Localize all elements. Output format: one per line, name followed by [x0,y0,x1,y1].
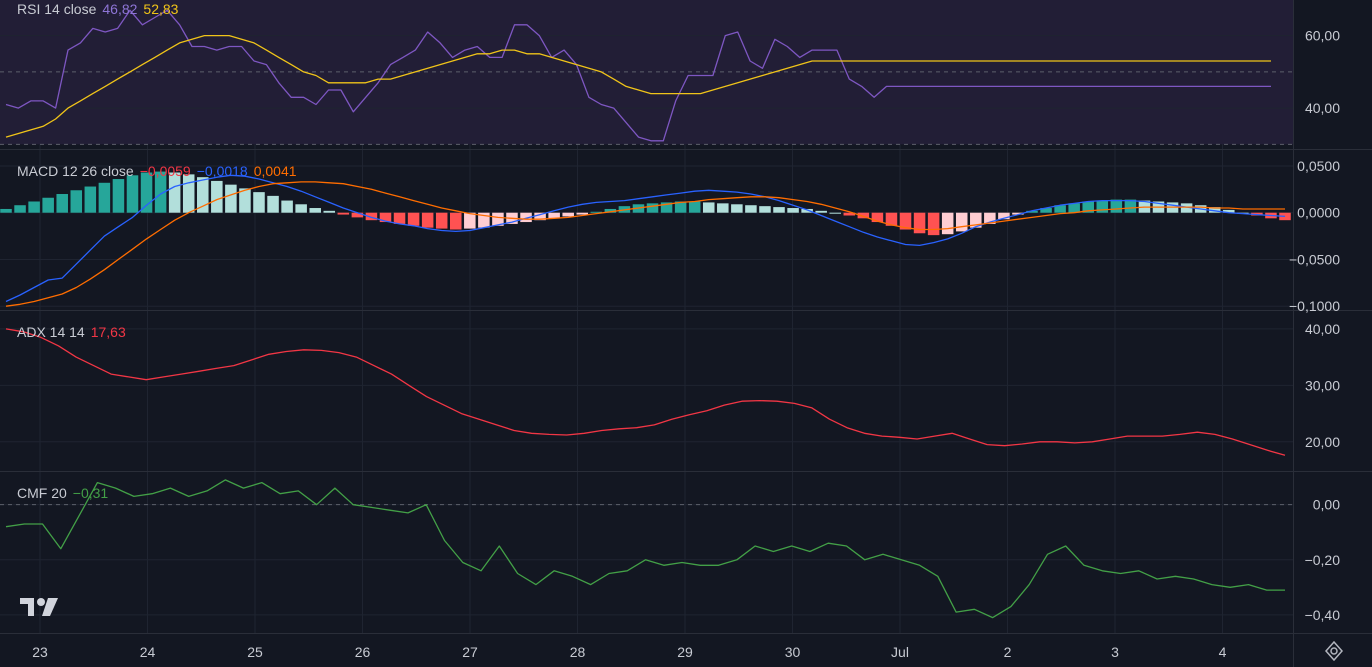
macd-hist-bar-52 [731,204,743,213]
macd-hist-bar-2 [28,201,40,213]
macd-hist-bar-20 [281,200,293,213]
macd-signal-legend-value: 0,0041 [253,163,297,179]
macd-hist-bar-0 [0,208,12,213]
xtick-label-3: 26 [355,644,371,660]
adx-legend-name: ADX 14 14 [17,324,85,340]
rsi-ytick-label-1: 60,00 [1305,28,1340,44]
macd-hist-bar-9 [126,175,139,213]
macd-hist-bar-8 [112,179,125,213]
cmf-legend-name: CMF 20 [17,485,67,501]
macd-ytick-label-0: 0,0500 [1297,158,1340,174]
macd-hist-bar-31 [435,212,448,229]
xtick-label-6: 29 [677,644,693,660]
macd-hist-bar-66 [927,212,940,236]
macd-hist-bar-67 [941,212,954,235]
xtick-label-5: 28 [570,644,586,660]
macd-hist-bar-30 [421,212,434,228]
macd-hist-bar-53 [745,205,757,213]
rsi-legend: RSI 14 close 46,82 52,83 [17,1,178,17]
macd-hist-bar-19 [267,195,279,213]
chart-canvas[interactable]: 40,0060,000,05000,0000−0,0500−0,100020,0… [0,0,1372,667]
macd-hist-bar-65 [913,212,926,234]
macd-hist-bar-13 [182,174,195,213]
macd-hist-bar-51 [717,203,729,213]
xtick-label-1: 24 [140,644,156,660]
macd-hist-bar-50 [702,202,715,213]
macd-hist-bar-46 [646,203,659,213]
macd-ytick-label-1: 0,0000 [1297,205,1340,221]
macd-hist-legend-value: −0,0059 [139,163,191,179]
tradingview-logo-icon[interactable] [20,596,60,623]
macd-hist-bar-23 [323,210,336,213]
macd-hist-bar-80 [1124,199,1137,213]
macd-hist-bar-76 [1068,203,1080,213]
macd-hist-bar-21 [295,204,307,213]
rsi-legend-name: RSI 14 close [17,1,97,17]
xtick-label-8: Jul [891,644,909,660]
xtick-label-2: 25 [247,644,263,660]
rsi-ma-legend-value: 52,83 [143,1,179,17]
macd-hist-bar-24 [337,212,350,215]
macd-hist-bar-32 [449,212,462,230]
chart-stage: 40,00 60,00 0,0500 0,0000 −0,0500 −0,1000 20,0… [0,0,1372,667]
macd-hist-bar-56 [787,208,799,213]
macd-legend-name: MACD 12 26 close [17,163,134,179]
cmf-legend-value: −0,31 [72,485,109,501]
cmf-ytick-label-0: 0,00 [1313,497,1340,513]
adx-ytick-label-2: 40,00 [1305,321,1340,337]
adx-ytick-label-1: 30,00 [1305,377,1340,393]
macd-hist-bar-7 [98,182,111,213]
cmf-ytick-label-2: −0,40 [1305,607,1341,623]
macd-hist-bar-41 [576,212,589,215]
cmf-ytick-label-1: −0,20 [1305,552,1341,568]
rsi-ytick-label-0: 40,00 [1305,100,1340,116]
macd-ytick-label-2: −0,0500 [1289,251,1340,267]
macd-hist-bar-3 [42,197,54,213]
macd-hist-bar-40 [562,212,574,217]
rsi-legend-value: 46,82 [102,1,138,17]
macd-hist-bar-79 [1110,199,1123,213]
xtick-label-11: 4 [1219,644,1227,660]
macd-hist-bar-16 [225,184,237,213]
macd-hist-bar-5 [70,190,83,213]
macd-hist-bar-18 [253,192,265,213]
macd-hist-bar-29 [407,212,420,226]
xtick-label-4: 27 [462,644,478,660]
macd-hist-bar-78 [1096,200,1109,213]
macd-hist-bar-4 [56,194,68,213]
macd-ytick-label-3: −0,1000 [1289,298,1340,314]
macd-hist-bar-54 [759,206,771,213]
macd-hist-bar-49 [688,201,701,213]
macd-hist-bar-59 [829,212,842,214]
xtick-label-0: 23 [32,644,48,660]
adx-ytick-label-0: 20,00 [1305,434,1340,450]
xtick-label-7: 30 [785,644,801,660]
macd-legend: MACD 12 26 close −0,0059 −0,0018 0,0041 [17,163,297,179]
xtick-label-9: 2 [1004,644,1012,660]
adx-legend-value: 17,63 [90,324,126,340]
cmf-legend: CMF 20 −0,31 [17,485,108,501]
macd-hist-bar-33 [464,212,476,229]
macd-line-legend-value: −0,0018 [196,163,248,179]
macd-hist-bar-1 [14,205,26,213]
macd-hist-bar-68 [955,212,968,232]
gear-icon[interactable] [1324,640,1344,666]
macd-hist-bar-28 [393,212,406,224]
macd-hist-bar-15 [211,180,223,213]
adx-legend: ADX 14 14 17,63 [17,324,126,340]
macd-hist-bar-22 [309,208,321,213]
xtick-label-10: 3 [1111,644,1119,660]
macd-hist-bar-55 [773,207,785,213]
macd-hist-bar-6 [84,186,97,213]
macd-hist-bar-58 [815,210,827,213]
